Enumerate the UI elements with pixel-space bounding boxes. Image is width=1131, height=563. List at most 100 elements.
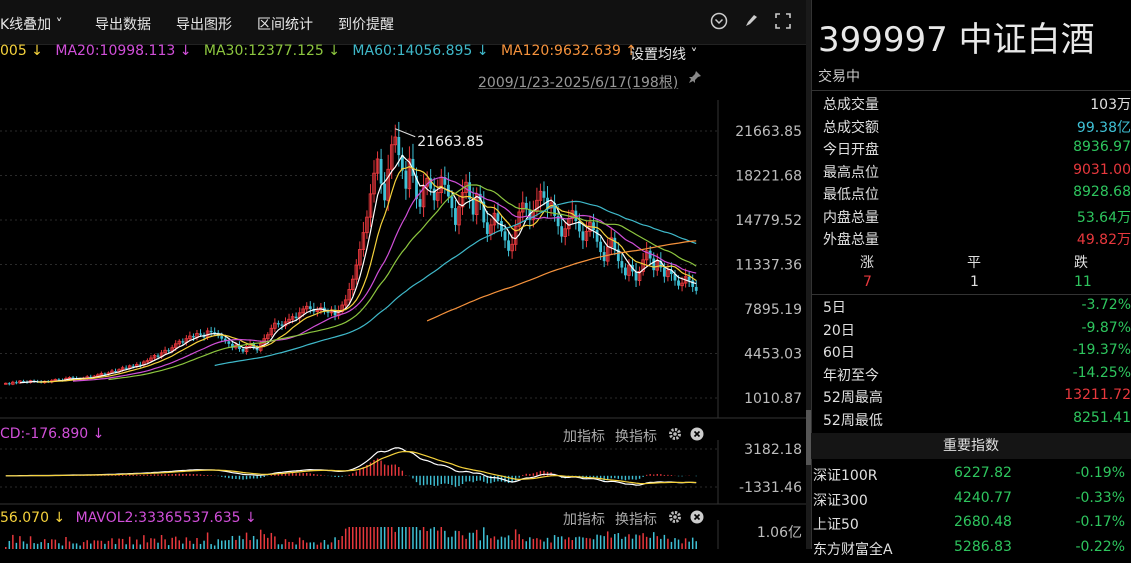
perf-row: 60日 -19.37% — [823, 342, 1131, 364]
y-tick-label: 1010.87 — [744, 391, 802, 407]
candle-body — [167, 350, 171, 352]
candle-body — [624, 267, 627, 276]
candle-body — [220, 336, 224, 339]
ma-line-ma10 — [37, 166, 697, 383]
candle-body — [308, 306, 312, 309]
candle-body — [277, 323, 280, 325]
candle-body — [432, 188, 436, 201]
candle-body — [595, 230, 599, 242]
quote-value: 99.38亿 — [1076, 119, 1131, 136]
candle-body — [383, 183, 387, 201]
candle-body — [397, 136, 401, 156]
separator — [811, 294, 1131, 295]
separator — [811, 90, 1131, 91]
candle-body — [192, 336, 195, 338]
quote-key: 最低点位 — [823, 187, 879, 203]
perf-value: -19.37% — [1072, 342, 1131, 358]
index-change: -0.19% — [1075, 465, 1125, 481]
vol-gear-icon[interactable] — [668, 509, 682, 528]
quote-value: 9031.00 — [1073, 161, 1131, 178]
candle-body — [694, 286, 698, 291]
quote-value: 49.82万 — [1076, 232, 1131, 248]
index-change: -0.17% — [1075, 514, 1125, 530]
vol-close-icon[interactable] — [690, 509, 704, 528]
index-row[interactable]: 深证300 4240.77 -0.33% — [813, 490, 1131, 514]
index-title: 399997 中证白酒 — [818, 20, 1095, 60]
y-tick-label: 11337.36 — [735, 258, 802, 274]
y-tick-label: 4453.03 — [744, 347, 802, 363]
index-change: -0.22% — [1075, 538, 1125, 555]
candle-body — [471, 199, 475, 215]
up-count: 7 — [863, 274, 872, 290]
perf-value: -3.72% — [1081, 297, 1131, 313]
perf-key: 年初至今 — [823, 367, 879, 384]
perf-row: 52周最低 8251.41 — [823, 410, 1131, 432]
quote-row: 总成交量 103万 — [823, 94, 1131, 116]
quote-key: 今日开盘 — [823, 142, 879, 158]
index-row[interactable]: 东方财富全A 5286.83 -0.22% — [813, 539, 1131, 563]
quote-row: 内盘总量 53.64万 — [823, 207, 1131, 229]
candle-body — [687, 276, 691, 281]
candle-body — [294, 316, 298, 318]
quote-row: 外盘总量 49.82万 — [823, 229, 1131, 251]
candle-body — [326, 311, 330, 313]
macd-label: CD:-176.890 ↓ — [0, 426, 105, 442]
ma-line-ma30 — [108, 184, 697, 381]
kline-chart[interactable]: 21663.85 21663.85 18221.68 14779.52 11337.3… — [0, 0, 806, 549]
quote-value: 8928.68 — [1073, 184, 1131, 200]
candle-body — [280, 324, 284, 326]
trading-status: 交易中 — [818, 69, 860, 85]
candle-body — [507, 240, 510, 251]
candle-body — [581, 231, 585, 241]
candle-body — [613, 237, 617, 250]
macd-add-indicator[interactable]: 加指标 — [563, 426, 605, 446]
vol-switch-indicator[interactable]: 换指标 — [615, 509, 657, 529]
macd-y-tick: 3182.18 — [744, 442, 802, 458]
candle-body — [156, 355, 160, 357]
index-row[interactable]: 上证50 2680.48 -0.17% — [813, 514, 1131, 538]
index-change: -0.33% — [1075, 489, 1125, 506]
perf-key: 5日 — [823, 300, 846, 316]
candle-body — [450, 196, 454, 209]
candle-body — [691, 280, 695, 287]
vol-add-indicator[interactable]: 加指标 — [563, 509, 605, 529]
perf-value: 8251.41 — [1073, 409, 1131, 426]
high-annotation: 21663.85 — [417, 134, 484, 150]
y-tick-label: 14779.52 — [735, 213, 802, 229]
perf-value: -14.25% — [1072, 364, 1131, 381]
quote-key: 内盘总量 — [823, 209, 879, 226]
macd-gear-icon[interactable] — [668, 426, 682, 445]
perf-row: 5日 -3.72% — [823, 297, 1131, 319]
quote-value: 8936.97 — [1073, 139, 1131, 155]
candle-body — [620, 261, 624, 268]
vol-label: 56.070 ↓ MAVOL2:33365537.635 ↓ — [0, 510, 257, 526]
quote-key: 最高点位 — [823, 164, 879, 181]
index-name: 深证100R — [813, 468, 878, 484]
index-price: 6227.82 — [954, 465, 1012, 481]
candle-body — [454, 208, 457, 225]
y-tick-label: 7895.19 — [744, 302, 802, 318]
flat-count: 1 — [970, 274, 979, 290]
candle-body — [677, 280, 680, 286]
macd-switch-indicator[interactable]: 换指标 — [615, 426, 657, 446]
macd-close-icon[interactable] — [690, 426, 704, 445]
candle-body — [404, 170, 408, 189]
candle-body — [662, 267, 666, 277]
index-price: 5286.83 — [954, 538, 1012, 555]
candle-body — [241, 349, 245, 352]
annotation-arrow — [395, 128, 416, 138]
candle-body — [542, 191, 546, 198]
y-tick-label: 18221.68 — [735, 169, 802, 185]
y-tick-label: 21663.85 — [735, 124, 802, 140]
candle-body — [131, 365, 135, 367]
candle-body — [652, 258, 656, 271]
candle-body — [209, 330, 213, 333]
index-row[interactable]: 深证100R 6227.82 -0.19% — [813, 465, 1131, 489]
macd-dif-line — [5, 447, 697, 486]
flat-label: 平 — [967, 255, 981, 271]
candle-body — [485, 222, 489, 234]
quote-row: 今日开盘 8936.97 — [823, 139, 1131, 161]
candle-body — [560, 226, 564, 237]
quote-value: 103万 — [1090, 97, 1131, 113]
down-label: 跌 — [1074, 255, 1088, 271]
